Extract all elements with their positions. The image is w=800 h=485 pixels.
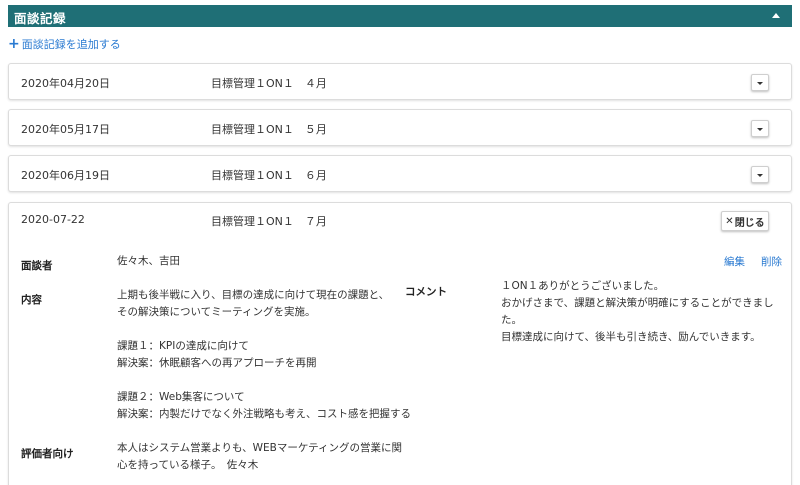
content-line (117, 372, 411, 389)
record-title: 目標管理１ON１ ４月 (211, 77, 327, 90)
section-header: 面談記録 (8, 5, 792, 27)
close-button[interactable]: ✕ 閉じる (721, 211, 769, 231)
plus-icon: + (8, 36, 20, 52)
comment-label: コメント (405, 286, 447, 298)
expand-button[interactable] (751, 120, 769, 137)
caret-down-icon (757, 82, 763, 85)
delete-link[interactable]: 削除 (761, 254, 782, 269)
caret-down-icon (757, 174, 763, 177)
record-title: 目標管理１ON１ ５月 (211, 123, 327, 136)
comment-text: １ON１ありがとうございました。 おかげさまで、課題と解決策が明確にすることがで… (501, 278, 791, 346)
content-line: 解決案：休眠顧客への再アプローチを再開 (117, 357, 317, 369)
record-card: 2020年05月17日 目標管理１ON１ ５月 (8, 109, 792, 146)
record-date: 2020年06月19日 (21, 169, 110, 182)
interviewer-label: 面談者 (21, 260, 53, 272)
evaluator-text: 本人はシステム営業よりも、WEBマーケティングの営業に関 心を持っている様子。 … (117, 440, 402, 474)
caret-down-icon (757, 128, 763, 131)
content-line (117, 321, 411, 338)
evaluator-line: 心を持っている様子。 佐々木 (117, 459, 259, 471)
record-title: 目標管理１ON１ ６月 (211, 169, 327, 182)
record-date: 2020年05月17日 (21, 123, 110, 136)
edit-link[interactable]: 編集 (724, 254, 745, 269)
expand-button[interactable] (751, 166, 769, 183)
record-title: 目標管理１ON１ ７月 (211, 215, 327, 228)
comment-line: おかげさまで、課題と解決策が明確にすることができました。 (501, 297, 774, 326)
add-record-link[interactable]: + 面談記録を追加する (8, 36, 121, 52)
record-date: 2020-07-22 (21, 213, 85, 226)
close-icon: ✕ (725, 215, 734, 227)
content-line: その解決策についてミーティングを実施。 (117, 306, 316, 318)
content-text: 上期も後半戦に入り、目標の達成に向けて現在の課題と、 その解決策についてミーティ… (117, 287, 411, 423)
evaluator-label: 評価者向け (21, 448, 74, 460)
record-card-expanded: 2020-07-22 目標管理１ON１ ７月 ✕ 閉じる 面談者 佐々木、吉田 … (8, 202, 792, 485)
record-card: 2020年04月20日 目標管理１ON１ ４月 (8, 63, 792, 100)
section-title: 面談記録 (14, 11, 67, 26)
evaluator-line: 本人はシステム営業よりも、WEBマーケティングの営業に関 (117, 442, 403, 454)
close-label: 閉じる (734, 217, 765, 229)
content-label: 内容 (21, 294, 42, 306)
record-date: 2020年04月20日 (21, 77, 110, 90)
content-line: 解決案：内製だけでなく外注戦略も考え、コスト感を把握する (117, 408, 411, 420)
comment-line: 目標達成に向けて、後半も引き続き、励んでいきます。 (501, 331, 761, 343)
content-line: 課題１：KPIの達成に向けて (117, 340, 249, 352)
content-line: 課題２：Web集客について (117, 391, 245, 403)
interviewer-value: 佐々木、吉田 (117, 255, 180, 267)
add-record-label: 面談記録を追加する (21, 38, 121, 51)
record-card: 2020年06月19日 目標管理１ON１ ６月 (8, 155, 792, 192)
content-line: 上期も後半戦に入り、目標の達成に向けて現在の課題と、 (117, 289, 390, 301)
expand-button[interactable] (751, 74, 769, 91)
comment-line: １ON１ありがとうございました。 (501, 280, 665, 292)
caret-up-icon[interactable] (772, 13, 780, 18)
